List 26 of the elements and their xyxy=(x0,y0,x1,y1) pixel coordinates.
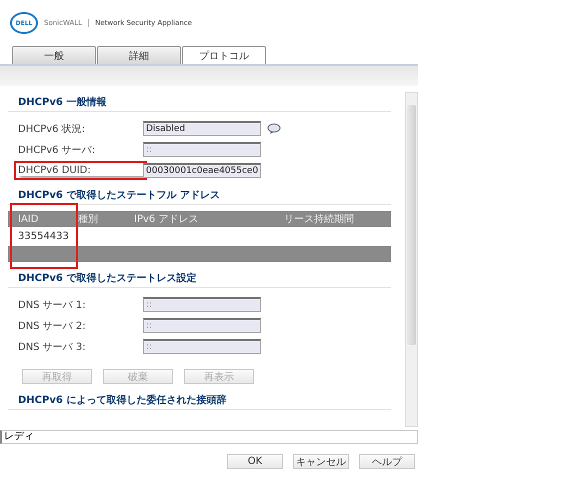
tab[interactable]: 詳細 xyxy=(97,46,181,64)
status-bar: レディ xyxy=(0,430,418,444)
field-label: DHCPv6 状況: xyxy=(18,122,86,136)
dialog-button[interactable]: OK xyxy=(227,454,283,469)
dialog-button[interactable]: ヘルプ xyxy=(359,454,415,469)
column-header: リース持続期間 xyxy=(283,212,355,226)
field-label: DNS サーバ 1: xyxy=(18,298,87,312)
field-label: DHCPv6 サーバ: xyxy=(18,144,96,156)
column-header: 種別 xyxy=(77,213,99,226)
field-label: DNS サーバ 3: xyxy=(18,340,87,354)
tab[interactable]: プロトコル xyxy=(182,46,266,64)
section-title: DHCPv6 で取得したステートフル アドレス xyxy=(8,185,391,205)
scroll-thumb[interactable] xyxy=(407,105,416,345)
tab[interactable]: 一般 xyxy=(12,46,96,64)
section-title: DHCPv6 一般情報 xyxy=(8,92,391,112)
column-header: IAID xyxy=(17,214,40,224)
section-title: DHCPv6 で取得したステートレス設定 xyxy=(8,268,391,288)
field-label: DNS サーバ 2: xyxy=(18,320,87,332)
dialog-button[interactable]: キャンセル xyxy=(293,454,349,469)
table-cell-text: 33554433 xyxy=(17,230,69,244)
scrollbar[interactable] xyxy=(405,92,418,427)
comment-icon[interactable] xyxy=(267,123,281,134)
input-field[interactable]: Disabled xyxy=(143,121,261,136)
input-field[interactable]: 00030001c0eae4055ce0 xyxy=(143,163,261,178)
column-header: IPv6 アドレス xyxy=(133,213,200,226)
section-title: DHCPv6 によって取得した委任された接頭辞 xyxy=(8,390,391,410)
